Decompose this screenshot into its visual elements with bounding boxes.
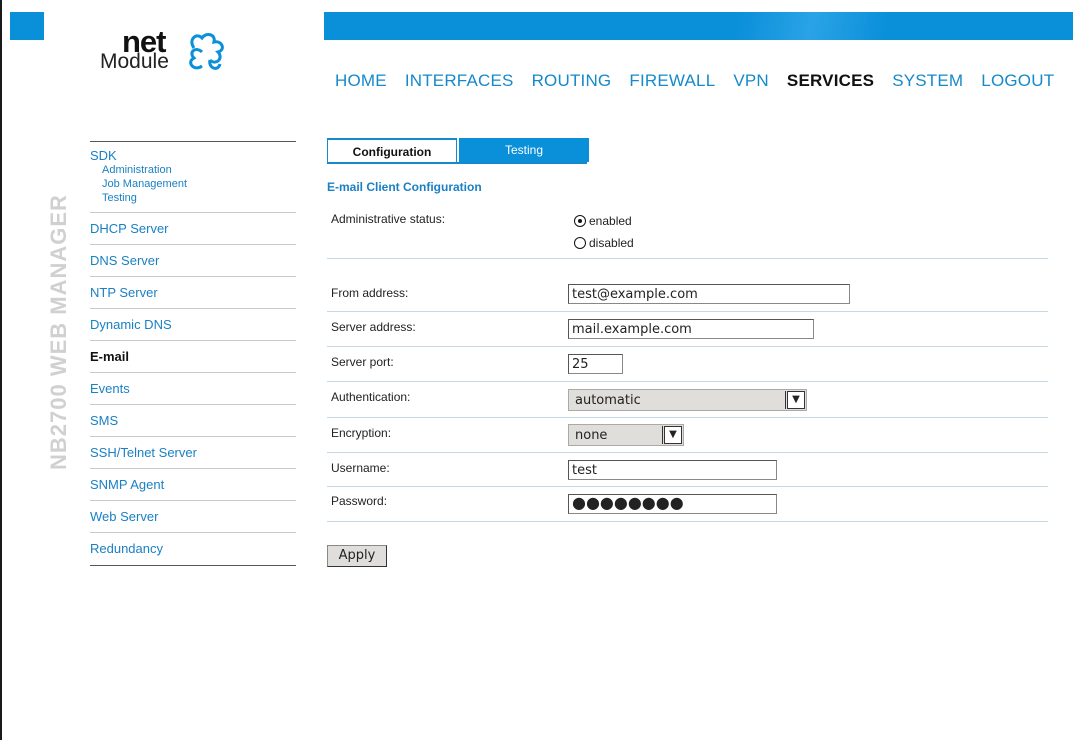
radio-disabled[interactable]: disabled [574, 236, 634, 250]
server-address-input[interactable] [568, 319, 814, 339]
nav-item-services[interactable]: SERVICES [787, 71, 874, 95]
radio-enabled-circle[interactable] [574, 215, 586, 227]
authentication-label: Authentication: [331, 390, 411, 404]
sidebar-item-e-mail[interactable]: E-mail [90, 341, 296, 373]
sidebar-item-ntp-server[interactable]: NTP Server [90, 277, 296, 309]
nav-item-vpn[interactable]: VPN [733, 71, 769, 95]
username-input[interactable] [568, 460, 777, 480]
divider [327, 486, 1048, 487]
nav-item-firewall[interactable]: FIREWALL [629, 71, 715, 95]
from-address-label: From address: [331, 286, 409, 300]
sidebar-item-dhcp-server[interactable]: DHCP Server [90, 213, 296, 245]
sidebar-subitem-testing[interactable]: Testing [102, 191, 296, 205]
divider [327, 311, 1048, 312]
sidebar-item-sms[interactable]: SMS [90, 405, 296, 437]
sidebar-item-web-server[interactable]: Web Server [90, 501, 296, 533]
tab-testing[interactable]: Testing [459, 138, 589, 162]
sidebar: SDK Administration Job Management Testin… [90, 141, 296, 566]
from-address-input[interactable] [568, 284, 850, 304]
chevron-down-icon[interactable]: ▼ [787, 391, 805, 409]
tab-underline [327, 162, 587, 164]
divider [327, 417, 1048, 418]
chevron-down-icon[interactable]: ▼ [664, 426, 682, 444]
radio-enabled-label: enabled [589, 214, 632, 228]
radio-enabled[interactable]: enabled [574, 214, 632, 228]
username-label: Username: [331, 461, 390, 475]
vertical-title: NB2700 WEB MANAGER [46, 140, 71, 470]
sidebar-item-dns-server[interactable]: DNS Server [90, 245, 296, 277]
sidebar-subitem-job-management[interactable]: Job Management [102, 177, 296, 191]
vertical-title-text: NB2700 WEB MANAGER [46, 194, 71, 470]
encryption-label: Encryption: [331, 426, 392, 440]
sidebar-item-sdk[interactable]: SDK [90, 149, 296, 163]
server-port-input[interactable] [568, 354, 623, 374]
nav-item-interfaces[interactable]: INTERFACES [405, 71, 514, 95]
sidebar-list: DHCP Server DNS Server NTP Server Dynamic D… [90, 213, 296, 565]
apply-button[interactable]: Apply [327, 545, 387, 567]
tab-bar: Configuration Testing [327, 138, 589, 164]
netmodule-logo[interactable]: net Module [100, 24, 240, 86]
encryption-select[interactable]: none ▼ [568, 424, 684, 446]
encryption-value: none [575, 428, 608, 443]
password-label: Password: [331, 494, 388, 508]
top-banner-highlight [324, 12, 1073, 40]
sidebar-item-redundancy[interactable]: Redundancy [90, 533, 296, 565]
password-input[interactable]: ●●●●●●●● [568, 494, 777, 514]
divider [327, 452, 1048, 453]
authentication-select[interactable]: automatic ▼ [568, 389, 807, 411]
radio-disabled-label: disabled [589, 236, 634, 250]
divider [327, 381, 1048, 382]
divider [327, 346, 1048, 347]
sidebar-group-sdk: SDK Administration Job Management Testin… [90, 142, 296, 213]
select-separator [785, 391, 786, 409]
radio-disabled-circle[interactable] [574, 237, 586, 249]
select-separator [662, 426, 663, 444]
admin-status-label: Administrative status: [331, 212, 446, 226]
divider [327, 521, 1048, 522]
sidebar-item-events[interactable]: Events [90, 373, 296, 405]
authentication-value: automatic [575, 393, 641, 408]
nav-item-system[interactable]: SYSTEM [892, 71, 963, 95]
server-port-label: Server port: [331, 355, 394, 369]
nav-item-routing[interactable]: ROUTING [532, 71, 612, 95]
nav-item-home[interactable]: HOME [335, 71, 387, 95]
tab-configuration[interactable]: Configuration [327, 138, 457, 162]
nav-item-logout[interactable]: LOGOUT [981, 71, 1054, 95]
sidebar-item-snmp-agent[interactable]: SNMP Agent [90, 469, 296, 501]
logo-knot-icon [189, 33, 224, 70]
sidebar-item-ssh-telnet-server[interactable]: SSH/Telnet Server [90, 437, 296, 469]
server-address-label: Server address: [331, 320, 416, 334]
logo-module-text: Module [100, 50, 169, 73]
main-navigation: HOME INTERFACES ROUTING FIREWALL VPN SERVICES… [335, 71, 1072, 95]
sidebar-subitem-administration[interactable]: Administration [102, 163, 296, 177]
divider [327, 258, 1048, 259]
section-title: E-mail Client Configuration [327, 180, 482, 194]
sidebar-item-dynamic-dns[interactable]: Dynamic DNS [90, 309, 296, 341]
